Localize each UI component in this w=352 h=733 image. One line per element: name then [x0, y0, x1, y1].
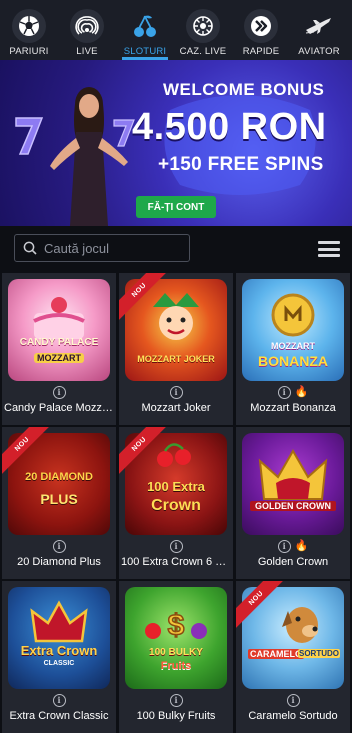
- game-art-subtitle: Fruits: [160, 660, 192, 672]
- crown-art: [30, 600, 88, 643]
- hamburger-menu-button[interactable]: [318, 241, 340, 257]
- info-icon[interactable]: i: [286, 693, 300, 707]
- game-name: Mozzart Joker: [141, 402, 211, 414]
- game-info-row: i: [2, 384, 116, 400]
- game-thumbnail[interactable]: $ 100 BULKY Fruits: [125, 587, 227, 689]
- search-icon: [23, 241, 37, 255]
- live-signal-icon: [70, 9, 104, 43]
- nav-item-pariuri[interactable]: PARIURI: [0, 0, 58, 60]
- game-card[interactable]: Extra Crown CLASSIC i Extra Crown Classi…: [2, 581, 116, 733]
- game-art-title: Extra Crown: [20, 643, 98, 658]
- game-thumbnail[interactable]: MOZZART BONANZA: [242, 279, 344, 381]
- game-name: Caramelo Sortudo: [248, 710, 338, 722]
- game-thumbnail[interactable]: CANDY PALACE MOZZART: [8, 279, 110, 381]
- game-thumbnail[interactable]: GOLDEN CROWN: [242, 433, 344, 535]
- game-info-row: i: [119, 538, 233, 554]
- game-card[interactable]: MOZZART BONANZA i 🔥 Mozzart Bonanza: [236, 273, 350, 425]
- nav-label: SLOTURI: [123, 46, 167, 57]
- svg-text:$: $: [168, 609, 185, 642]
- nav-label: PARIURI: [9, 46, 49, 57]
- game-art-title: 20 DIAMOND: [25, 471, 93, 483]
- game-art-subtitle: Crown: [151, 497, 201, 514]
- crown-art: [258, 448, 328, 500]
- menu-bar: [318, 247, 340, 251]
- game-thumbnail[interactable]: Extra Crown CLASSIC: [8, 587, 110, 689]
- search-row: [0, 226, 352, 272]
- info-icon[interactable]: i: [277, 385, 291, 399]
- game-art-subtitle: MOZZART: [34, 353, 84, 363]
- banner-amount: 4.500 RON: [132, 106, 327, 148]
- game-name: Candy Palace Mozzart: [4, 402, 115, 414]
- info-icon[interactable]: i: [52, 539, 66, 553]
- nav-label: RAPIDE: [242, 46, 280, 57]
- game-art-title: CANDY PALACE: [19, 337, 99, 348]
- game-art-subtitle: PLUS: [40, 491, 78, 507]
- welcome-bonus-banner[interactable]: WELCOME BONUS 4.500 RON +150 FREE SPINS …: [0, 60, 352, 226]
- game-name: Mozzart Bonanza: [250, 402, 336, 414]
- flame-icon: 🔥: [294, 385, 309, 398]
- info-icon[interactable]: i: [169, 539, 183, 553]
- game-name: 100 Bulky Fruits: [136, 710, 216, 722]
- game-art-subtitle: BONANZA: [258, 353, 328, 369]
- candy-cake-art: [33, 297, 85, 339]
- game-card[interactable]: NOU 100 Extra Crown i 100 Extra Crown 6 …: [119, 427, 233, 579]
- game-name: 20 Diamond Plus: [17, 556, 101, 568]
- presenter-illustration: [50, 87, 128, 226]
- nav-label: LIVE: [76, 46, 98, 57]
- banner-title: WELCOME BONUS: [163, 80, 325, 99]
- game-art-title: GOLDEN CROWN: [250, 501, 336, 511]
- nav-item-rapide[interactable]: RAPIDE: [232, 0, 290, 60]
- game-info-row: i: [2, 538, 116, 554]
- game-info-row: i: [119, 692, 233, 708]
- search-input[interactable]: [44, 240, 184, 256]
- info-icon[interactable]: i: [169, 385, 183, 399]
- airplane-icon: [302, 9, 336, 43]
- nav-item-sloturi[interactable]: SLOTURI: [116, 0, 174, 60]
- game-info-row: i: [236, 692, 350, 708]
- nav-item-live[interactable]: LIVE: [58, 0, 116, 60]
- nav-label: AVIATOR: [298, 46, 340, 57]
- top-navigation: PARIURI LIVE SLOTURI CAZ. LIVE RAPIDE AV…: [0, 0, 352, 60]
- game-card[interactable]: $ 100 BULKY Fruits i 100 Bulky Fruits: [119, 581, 233, 733]
- game-card[interactable]: CANDY PALACE MOZZART i Candy Palace Mozz…: [2, 273, 116, 425]
- game-card[interactable]: GOLDEN CROWN i 🔥 Golden Crown: [236, 427, 350, 579]
- roulette-icon: [186, 9, 220, 43]
- game-name: Extra Crown Classic: [9, 710, 109, 722]
- slot-seven-icon: [15, 117, 44, 155]
- nav-item-caz-live[interactable]: CAZ. LIVE: [174, 0, 232, 60]
- fruit-art: $: [145, 608, 207, 643]
- nav-label: CAZ. LIVE: [179, 46, 227, 57]
- flame-icon: 🔥: [294, 539, 309, 552]
- banner-free-spins: +150 FREE SPINS: [158, 154, 324, 175]
- nav-item-aviator[interactable]: AVIATOR: [290, 0, 348, 60]
- info-icon[interactable]: i: [52, 385, 66, 399]
- nav-item-lu[interactable]: LU: [348, 0, 352, 60]
- soccer-ball-icon: [12, 9, 46, 43]
- game-name: 100 Extra Crown 6 Reels: [121, 556, 233, 568]
- game-art-title: 100 Extra: [147, 479, 205, 494]
- game-info-row: i 🔥: [236, 384, 350, 400]
- game-info-row: i: [119, 384, 233, 400]
- game-art-title: MOZZART: [271, 341, 315, 351]
- info-icon[interactable]: i: [52, 693, 66, 707]
- cherries-icon: [128, 9, 162, 43]
- game-card[interactable]: NOU 20 DIAMOND PLUS i 20 Diamond Plus: [2, 427, 116, 579]
- fast-forward-icon: [244, 9, 278, 43]
- menu-bar: [318, 241, 340, 244]
- game-art-title: MOZZART JOKER: [137, 354, 215, 364]
- game-name: Golden Crown: [257, 556, 329, 568]
- game-info-row: i 🔥: [236, 538, 350, 554]
- search-box[interactable]: [14, 234, 190, 262]
- game-art-title: 100 BULKY: [149, 647, 203, 658]
- game-info-row: i: [2, 692, 116, 708]
- game-art-title: CARAMELO: [248, 649, 304, 659]
- menu-bar: [318, 254, 340, 257]
- create-account-button[interactable]: FĂ-ȚI CONT: [136, 196, 216, 218]
- info-icon[interactable]: i: [169, 693, 183, 707]
- game-card[interactable]: NOU MOZZART JOKER i Mozzart Joker: [119, 273, 233, 425]
- game-art-subtitle: SORTUDO: [298, 649, 340, 658]
- info-icon[interactable]: i: [277, 539, 291, 553]
- game-art-subtitle: CLASSIC: [43, 660, 75, 667]
- game-card[interactable]: NOU CARAMELO SORTUDO i Caramelo Sortudo: [236, 581, 350, 733]
